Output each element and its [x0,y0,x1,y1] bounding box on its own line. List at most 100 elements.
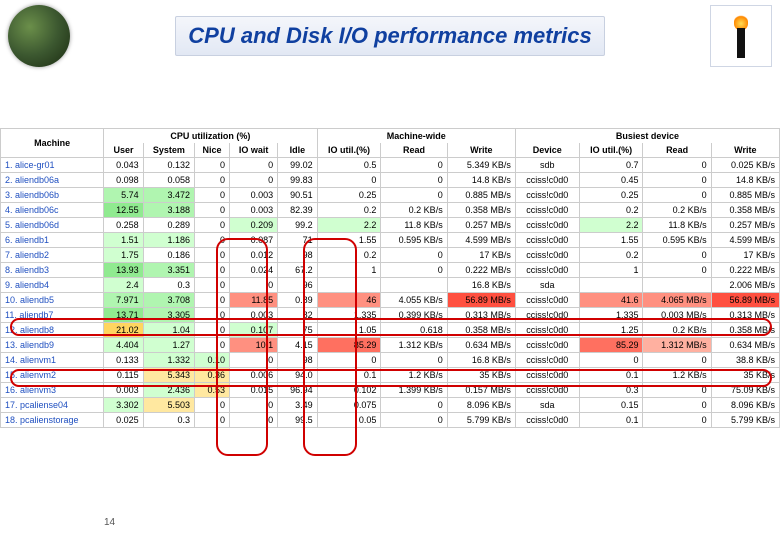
cell-ioutil-bd: 0.7 [579,158,643,173]
cell-machine[interactable]: 16. alienvm3 [1,383,104,398]
cell-write-mw: 0.313 MB/s [447,308,515,323]
title-wrap: CPU and Disk I/O performance metrics [70,16,710,56]
col-iowait[interactable]: IO wait [230,143,278,158]
col-write-mw[interactable]: Write [447,143,515,158]
cell-read-mw: 0.2 KB/s [381,203,447,218]
cell-machine[interactable]: 15. alienvm2 [1,368,104,383]
cell-machine[interactable]: 11. aliendb7 [1,308,104,323]
cell-ioutil-bd [579,278,643,293]
cell-idle: 0.89 [278,293,317,308]
col-machine[interactable]: Machine [1,129,104,158]
cell-machine[interactable]: 14. alienvm1 [1,353,104,368]
col-idle[interactable]: Idle [278,143,317,158]
group-machine-wide: Machine-wide [317,129,515,144]
cell-machine[interactable]: 3. aliendb06b [1,188,104,203]
page-title: CPU and Disk I/O performance metrics [175,16,604,56]
cell-machine[interactable]: 12. aliendb8 [1,323,104,338]
cell-read-bd: 0 [643,173,711,188]
cell-write-mw: 0.358 MB/s [447,203,515,218]
cell-write-bd: 14.8 KB/s [711,173,779,188]
cell-ioutil-bd: 41.6 [579,293,643,308]
cell-device: cciss!c0d0 [515,218,579,233]
cell-nice: 0 [194,308,229,323]
col-system[interactable]: System [143,143,194,158]
col-ioutil-mw[interactable]: IO util.(%) [317,143,381,158]
cell-iowait: 0.024 [230,263,278,278]
cell-ioutil-bd: 0.15 [579,398,643,413]
cell-nice: 0 [194,158,229,173]
cell-device: cciss!c0d0 [515,308,579,323]
cell-nice: 0 [194,278,229,293]
col-ioutil-bd[interactable]: IO util.(%) [579,143,643,158]
cell-read-bd: 11.8 KB/s [643,218,711,233]
col-read-bd[interactable]: Read [643,143,711,158]
group-busiest-device: Busiest device [515,129,779,144]
cell-system: 3.351 [143,263,194,278]
cell-idle: 3.49 [278,398,317,413]
cell-machine[interactable]: 8. aliendb3 [1,263,104,278]
cell-write-mw: 5.349 KB/s [447,158,515,173]
col-write-bd[interactable]: Write [711,143,779,158]
cell-ioutil-bd: 0.2 [579,248,643,263]
cell-user: 0.043 [104,158,143,173]
cell-machine[interactable]: 13. aliendb9 [1,338,104,353]
cell-user: 2.4 [104,278,143,293]
table-row: 12. aliendb821.021.0400.107751.050.6180.… [1,323,780,338]
cell-machine[interactable]: 7. aliendb2 [1,248,104,263]
cell-system: 5.503 [143,398,194,413]
cell-write-bd: 0.358 MB/s [711,203,779,218]
cell-read-bd: 1.2 KB/s [643,368,711,383]
cell-idle: 67.2 [278,263,317,278]
table-row: 18. pcalienstorage0.0250.30099.50.0505.7… [1,413,780,428]
cell-system: 0.3 [143,413,194,428]
table-row: 5. aliendb06d0.2580.28900.20999.22.211.8… [1,218,780,233]
cell-machine[interactable]: 18. pcalienstorage [1,413,104,428]
cell-read-mw: 0.595 KB/s [381,233,447,248]
cell-write-mw: 16.8 KB/s [447,278,515,293]
cell-ioutil-bd: 0.1 [579,368,643,383]
table-row: 7. aliendb21.750.18600.012980.2017 KB/sc… [1,248,780,263]
col-device[interactable]: Device [515,143,579,158]
col-read-mw[interactable]: Read [381,143,447,158]
cell-read-bd: 0.2 KB/s [643,203,711,218]
cell-system: 3.188 [143,203,194,218]
cell-device: cciss!c0d0 [515,233,579,248]
cell-idle: 99.02 [278,158,317,173]
cell-machine[interactable]: 9. aliendb4 [1,278,104,293]
cell-machine[interactable]: 4. aliendb06c [1,203,104,218]
cell-ioutil-mw: 0.2 [317,203,381,218]
cell-read-mw: 0.618 [381,323,447,338]
col-user[interactable]: User [104,143,143,158]
cell-idle: 96 [278,278,317,293]
col-nice[interactable]: Nice [194,143,229,158]
cell-system: 3.305 [143,308,194,323]
cell-read-mw: 4.055 KB/s [381,293,447,308]
cell-write-mw: 0.222 MB/s [447,263,515,278]
cell-nice: 0 [194,293,229,308]
cell-user: 1.51 [104,233,143,248]
cell-user: 12.55 [104,203,143,218]
cell-machine[interactable]: 5. aliendb06d [1,218,104,233]
table-row: 3. aliendb06b5.743.47200.00390.510.2500.… [1,188,780,203]
cell-machine[interactable]: 10. aliendb5 [1,293,104,308]
cell-read-bd: 0 [643,263,711,278]
cell-system: 1.27 [143,338,194,353]
cell-machine[interactable]: 17. pcaliense04 [1,398,104,413]
cell-nice: 0 [194,248,229,263]
cell-idle: 75 [278,323,317,338]
cell-write-bd: 4.599 MB/s [711,233,779,248]
cell-ioutil-mw: 46 [317,293,381,308]
cell-machine[interactable]: 6. aliendb1 [1,233,104,248]
cell-idle: 99.5 [278,413,317,428]
cell-nice: 0 [194,338,229,353]
cell-write-bd: 17 KB/s [711,248,779,263]
cell-iowait: 0.012 [230,248,278,263]
cell-machine[interactable]: 2. aliendb06a [1,173,104,188]
cell-idle: 99.2 [278,218,317,233]
cell-system: 3.472 [143,188,194,203]
cell-machine[interactable]: 1. alice-gr01 [1,158,104,173]
table-row: 16. alienvm30.0032.4360.530.01596.940.10… [1,383,780,398]
cell-ioutil-bd: 2.2 [579,218,643,233]
cell-device: cciss!c0d0 [515,263,579,278]
cell-write-bd: 0.885 MB/s [711,188,779,203]
